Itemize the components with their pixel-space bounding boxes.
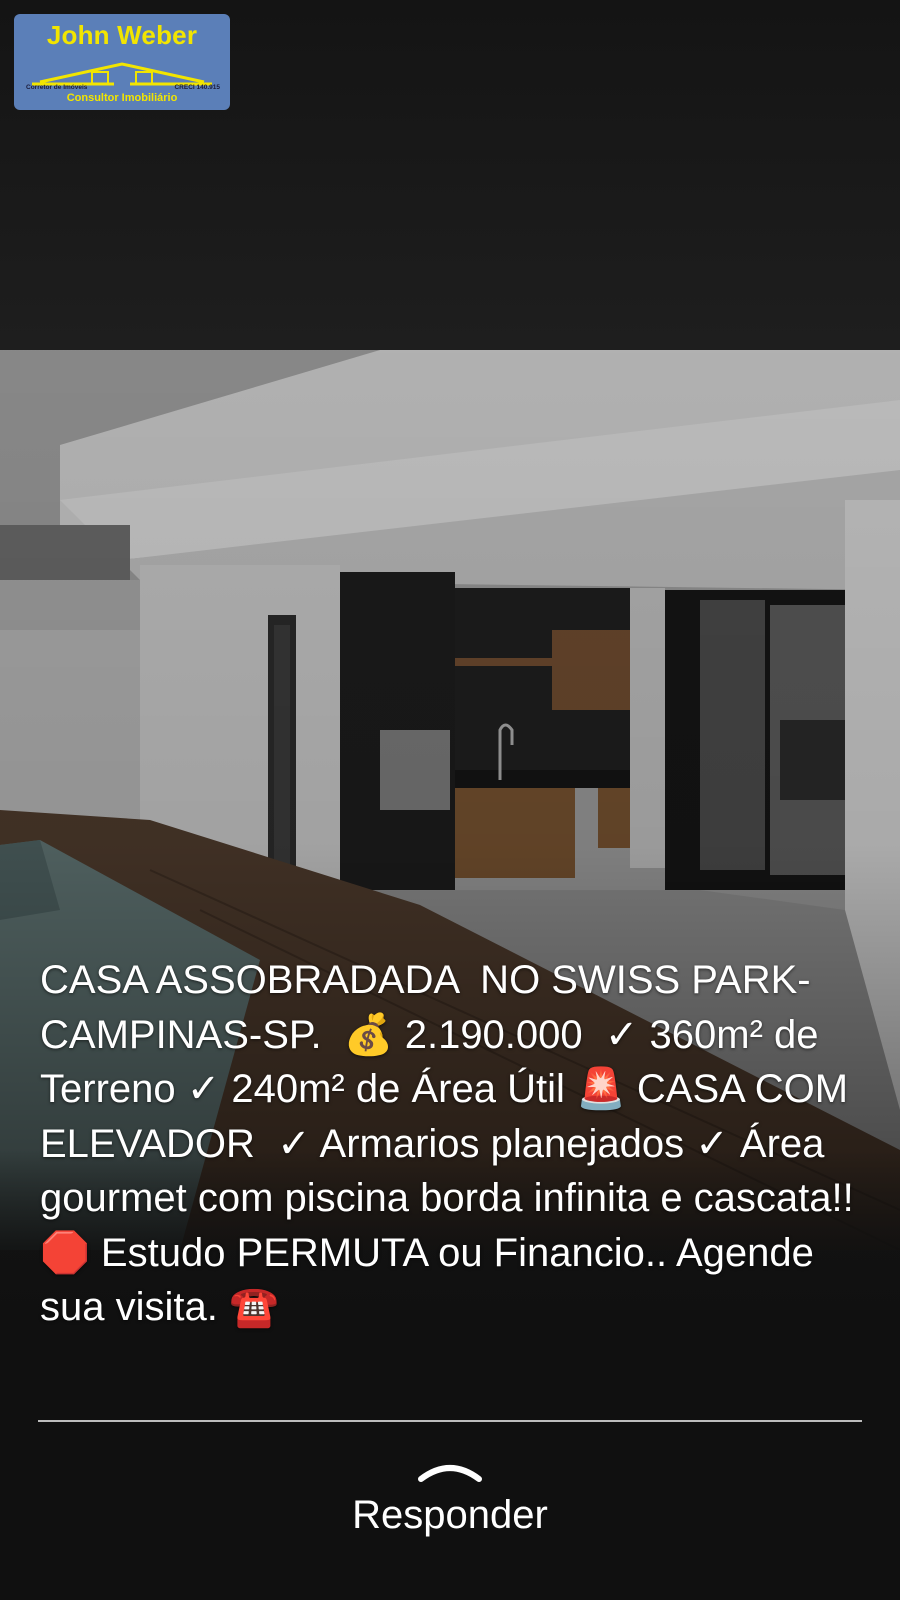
logo-name: John Weber (46, 20, 198, 50)
john-weber-logo[interactable]: John Weber Corretor de Imóveis CRECI 140… (14, 14, 230, 110)
story-caption: CASA ASSOBRADADA NO SWISS PARK-CAMPINAS-… (40, 958, 865, 1329)
reply-button[interactable]: Responder (0, 1455, 900, 1538)
logo-right-text: CRECI 140.915 (174, 84, 220, 91)
chevron-up-icon[interactable] (417, 1455, 483, 1485)
divider (38, 1420, 862, 1422)
logo-subtitle: Consultor Imobiliário (66, 92, 178, 104)
reply-label[interactable]: Responder (0, 1493, 900, 1538)
logo-left-text: Corretor de Imóveis (26, 84, 88, 91)
